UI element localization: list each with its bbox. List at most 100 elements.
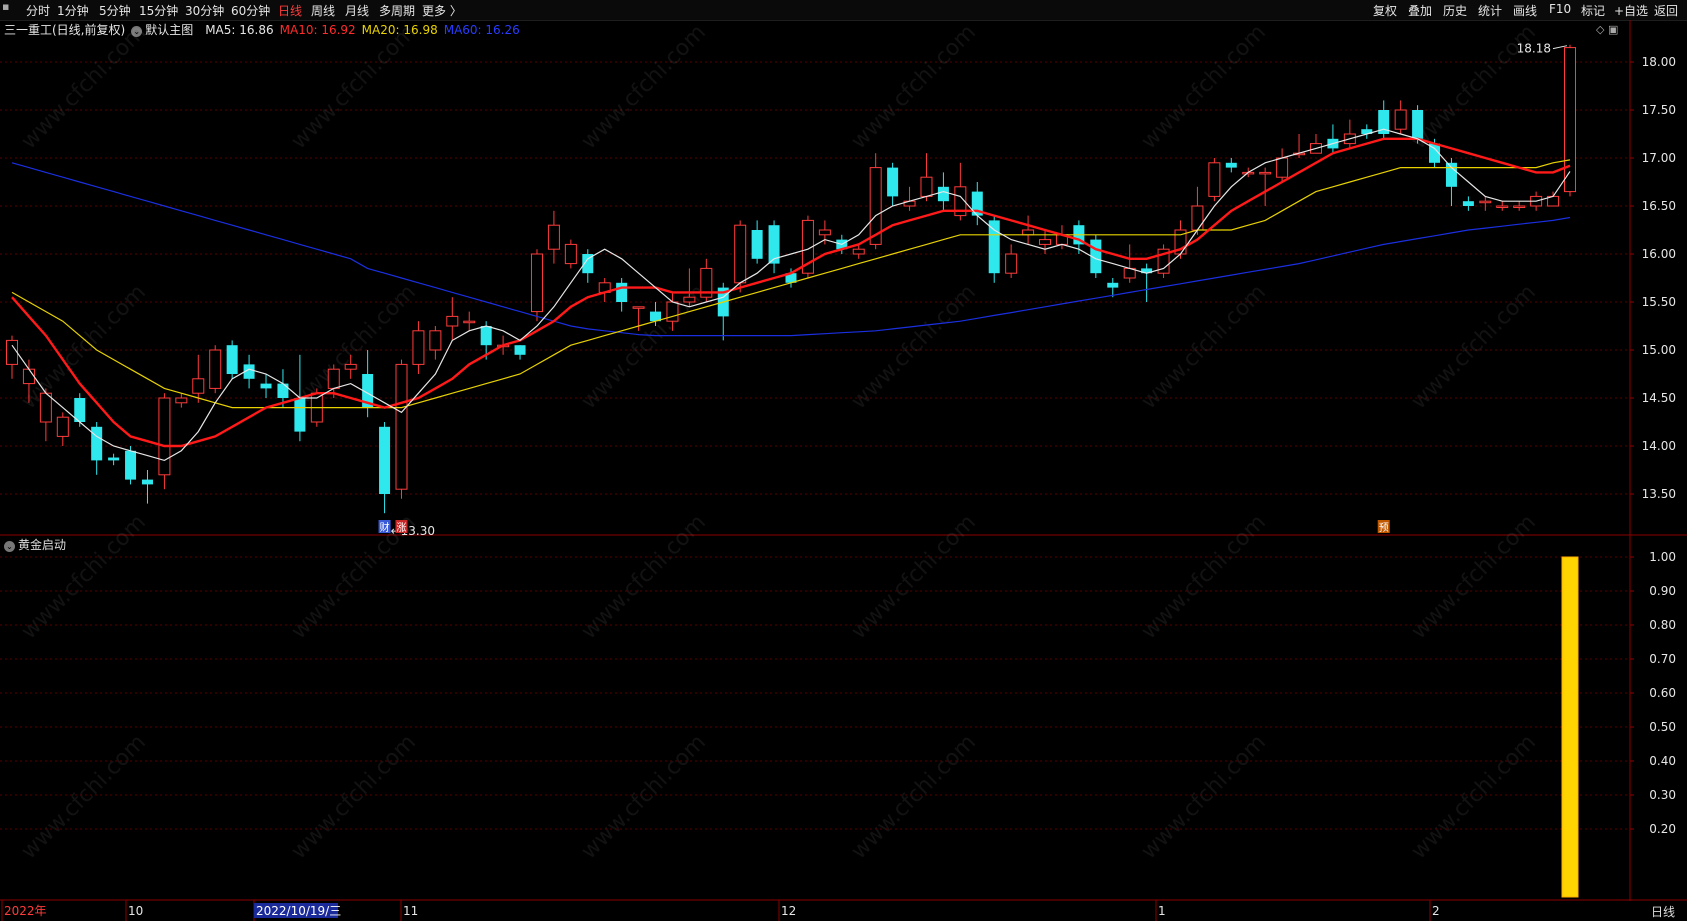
candle xyxy=(1005,244,1018,278)
golden-start-bar xyxy=(1561,556,1579,898)
candle xyxy=(158,393,171,490)
watermark-text: www.cfchi.com xyxy=(17,20,151,154)
candle xyxy=(1445,158,1457,206)
sub-tick-label: 0.80 xyxy=(1649,618,1676,632)
candle xyxy=(56,412,69,446)
watermark-text: www.cfchi.com xyxy=(17,280,151,414)
candle-body xyxy=(852,248,865,255)
ma60-line xyxy=(11,162,1571,337)
candle xyxy=(1157,244,1170,278)
candle xyxy=(1123,244,1136,283)
candle-body xyxy=(988,220,1000,274)
date-label: 2022年 xyxy=(4,904,47,918)
candle-body xyxy=(920,176,933,197)
history-button[interactable]: 历史 xyxy=(1443,2,1467,19)
candle xyxy=(1327,124,1339,154)
limit-up-tag: 涨 xyxy=(395,520,408,534)
candle-body xyxy=(209,349,222,389)
candle xyxy=(141,470,153,504)
watermark-text: www.cfchi.com xyxy=(287,730,421,864)
sub-tick-label: 0.90 xyxy=(1649,584,1676,598)
price-tick-label: 17.50 xyxy=(1642,103,1676,117)
watermark-text: www.cfchi.com xyxy=(1137,20,1271,154)
sub-tick-label: 0.60 xyxy=(1649,686,1676,700)
price-tick-label: 14.50 xyxy=(1642,391,1676,405)
candle-body xyxy=(277,383,289,398)
candle-body xyxy=(1208,162,1221,197)
candle xyxy=(547,210,560,264)
watermark-text: www.cfchi.com xyxy=(1407,280,1541,414)
overlay-button[interactable]: 叠加 xyxy=(1408,2,1432,19)
candle xyxy=(1394,100,1407,134)
candle-body xyxy=(395,363,408,490)
candle xyxy=(175,393,188,408)
tab-multi-period[interactable]: 多周期 xyxy=(379,2,415,19)
price-tick-label: 16.00 xyxy=(1642,247,1676,261)
watermark-text: www.cfchi.com xyxy=(1137,730,1271,864)
candle xyxy=(988,215,1000,283)
back-button[interactable]: 返回 xyxy=(1654,2,1678,19)
tab-60min[interactable]: 60分钟 xyxy=(231,2,270,19)
candle-body xyxy=(547,224,560,250)
candle-body xyxy=(446,315,459,327)
tab-1min[interactable]: 1分钟 xyxy=(57,2,89,19)
candle-body xyxy=(56,416,69,437)
tab-weekly[interactable]: 周线 xyxy=(311,2,335,19)
menu-icon[interactable]: ▪ xyxy=(2,0,9,13)
watermark-text: www.cfchi.com xyxy=(1137,280,1271,414)
candle xyxy=(108,453,120,466)
high-price-mark: 18.18 xyxy=(1517,42,1551,56)
mark-button[interactable]: 标记 xyxy=(1581,2,1605,19)
tab-monthly[interactable]: 月线 xyxy=(345,2,369,19)
candle xyxy=(616,278,628,312)
price-tick-label: 18.00 xyxy=(1642,55,1676,69)
tab-15min[interactable]: 15分钟 xyxy=(139,2,178,19)
candle xyxy=(429,326,442,360)
tab-fenshi[interactable]: 分时 xyxy=(26,2,50,19)
tab-30min[interactable]: 30分钟 xyxy=(185,2,224,19)
candle-body xyxy=(1445,162,1457,187)
candle-body xyxy=(141,479,153,485)
candle-body xyxy=(1022,229,1035,236)
ma5-line xyxy=(11,128,1571,462)
kline-chart[interactable]: www.cfchi.com www.cfchi.com www.cfchi.com w… xyxy=(0,20,1687,921)
forecast-tag-label: 预 xyxy=(1379,522,1389,534)
moving-average-lines xyxy=(11,128,1571,462)
watermark-text: www.cfchi.com xyxy=(17,730,151,864)
date-label: 2 xyxy=(1432,904,1440,918)
tab-more[interactable]: 更多 〉 xyxy=(422,2,462,19)
tab-daily[interactable]: 日线 xyxy=(278,2,302,19)
add-watchlist-button[interactable]: +自选 xyxy=(1614,2,1648,19)
limit-up-tag-label: 涨 xyxy=(397,522,407,534)
candle-body xyxy=(412,330,425,365)
candle xyxy=(1378,100,1390,139)
candle xyxy=(260,374,272,398)
sub-tick-label: 0.30 xyxy=(1649,788,1676,802)
candle-body xyxy=(937,186,949,202)
tab-5min[interactable]: 5分钟 xyxy=(99,2,131,19)
candle xyxy=(1547,191,1560,207)
candle xyxy=(446,297,459,341)
restore-rights-button[interactable]: 复权 xyxy=(1373,2,1397,19)
candle xyxy=(903,186,916,211)
watermark-text: www.cfchi.com xyxy=(847,280,981,414)
candle-body xyxy=(192,378,205,394)
watermark-text: www.cfchi.com xyxy=(1407,20,1541,154)
candle xyxy=(1462,196,1474,211)
watermark-text: www.cfchi.com xyxy=(847,510,981,644)
candle-body xyxy=(734,224,747,284)
candle-body xyxy=(564,243,577,265)
candle xyxy=(91,422,103,475)
candle-body xyxy=(1412,110,1424,139)
candle-body xyxy=(125,450,137,480)
draw-button[interactable]: 画线 xyxy=(1513,2,1537,19)
subpanel-title[interactable]: ⌄ 黄金启动 xyxy=(4,536,66,553)
sub-tick-label: 0.70 xyxy=(1649,652,1676,666)
candle xyxy=(1141,263,1153,302)
candle xyxy=(1361,124,1373,139)
f10-button[interactable]: F10 xyxy=(1549,2,1571,16)
stats-button[interactable]: 统计 xyxy=(1478,2,1502,19)
candle-body xyxy=(887,167,899,197)
price-tick-label: 13.50 xyxy=(1642,487,1676,501)
candle-body xyxy=(1513,205,1526,208)
